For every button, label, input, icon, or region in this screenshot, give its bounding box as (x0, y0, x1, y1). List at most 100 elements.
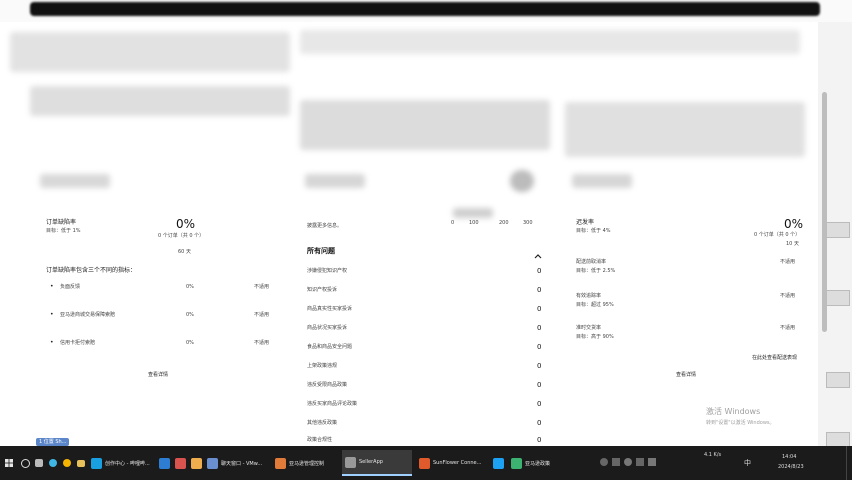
issue-row[interactable]: 政策合规性 0 (305, 435, 545, 446)
odr-title: 订单缺陷率 (46, 219, 77, 226)
axis-tick: 0 (451, 220, 455, 226)
odr-subtitle: 订单缺陷率包含三个不同的指标： (46, 267, 137, 274)
chrome-icon[interactable] (60, 450, 72, 476)
order-defect-card: 订单缺陷率 目标：低于 1% 0% 0 个订单（共 0 个） 60 天 订单缺陷… (42, 22, 282, 446)
metric-status: 不适用 (254, 284, 270, 290)
metric-name: 负面反馈 (60, 284, 81, 290)
odr-value: 0% (176, 217, 196, 231)
shipping-performance-link[interactable]: 在此处查看配送表现 (752, 356, 797, 361)
issue-name: 涉嫌侵犯知识产权 (307, 268, 348, 274)
search-icon[interactable] (18, 450, 30, 476)
issue-row[interactable]: 知识产权投诉 0 (305, 285, 545, 299)
metric-value: 0% (186, 340, 194, 346)
late-rate-value: 0% (784, 217, 804, 231)
issue-row[interactable]: 食品和商品安全问题 0 (305, 342, 545, 356)
issue-name: 商品状况买家投诉 (307, 325, 348, 331)
issue-row[interactable]: 商品状况买家投诉 0 (305, 323, 545, 337)
taskbar-app[interactable]: 聊天窗口 - VMw... (204, 450, 270, 476)
late-rate-orders: 0 个订单（共 0 个） (754, 232, 801, 238)
odr-details-link[interactable]: 查看详情 (148, 373, 168, 378)
issue-count: 0 (537, 436, 542, 444)
issue-name: 上架政策违规 (307, 363, 338, 369)
issue-count: 0 (537, 381, 542, 389)
shipping-performance-card: 迟发率 目标：低于 4% 0% 0 个订单（共 0 个） 10 天 配送前取消率… (574, 22, 804, 446)
late-rate-target: 目标：低于 4% (576, 228, 611, 234)
chevron-up-icon[interactable] (533, 247, 543, 259)
task-view-icon[interactable] (32, 450, 44, 476)
issue-count: 0 (537, 400, 542, 408)
axis-tick: 300 (523, 220, 533, 226)
side-widget-icon[interactable] (826, 290, 850, 306)
browser-top-bar (0, 0, 852, 22)
right-scroll-panel[interactable] (818, 22, 852, 448)
taskbar-app[interactable]: SunFlower Conne... (416, 450, 486, 476)
issue-name: 知识产权投诉 (307, 287, 338, 293)
issue-name: 违反受限商品政策 (307, 382, 348, 388)
odr-metric-row: • 亚马逊商城交易保障索赔 0% 不适用 (50, 311, 270, 318)
issue-row[interactable]: 涉嫌侵犯知识产权 0 (305, 266, 545, 280)
axis-tick: 100 (469, 220, 479, 226)
taskbar-app[interactable]: 创作中心 - 哔哩哔... (88, 450, 154, 476)
issue-name: 其他违反政策 (307, 420, 338, 426)
windows-logo-icon (5, 459, 13, 467)
metric-name: 有效追踪率 (576, 293, 602, 299)
metric-status: 不适用 (780, 259, 796, 265)
issue-count: 0 (537, 286, 542, 294)
issue-name: 食品和商品安全问题 (307, 344, 353, 350)
taskbar-app[interactable] (156, 450, 170, 476)
issue-count: 0 (537, 419, 542, 427)
issue-row[interactable]: 商品真实性买家投诉 0 (305, 304, 545, 318)
policy-compliance-card: 披露更多信息。 0 100 200 300 所有问题 涉嫌侵犯知识产权 0 知识… (305, 22, 550, 446)
taskbar-app[interactable] (490, 450, 504, 476)
issue-row[interactable]: 违反受限商品政策 0 (305, 380, 545, 394)
issue-count: 0 (537, 305, 542, 313)
windows-taskbar: 创作中心 - 哔哩哔... 聊天窗口 - VMw... 亚马逊管理控制 Sell… (0, 446, 852, 480)
taskbar-app-active[interactable]: SellerApp (342, 450, 412, 476)
start-button[interactable] (2, 450, 16, 476)
metric-name: 信用卡拒付索赔 (60, 340, 96, 346)
network-speed: 4.1 K/s (704, 452, 722, 458)
folder-icon[interactable] (74, 450, 86, 476)
status-badge: 1 位置 Sh... (36, 438, 70, 446)
taskbar-app[interactable]: 亚马逊管理控制 (272, 450, 338, 476)
metric-target: 目标：高于 90% (576, 334, 614, 340)
side-widget-icon[interactable] (826, 222, 850, 238)
taskbar-app[interactable]: 亚马逊政策 (508, 450, 566, 476)
metric-name: 准时交货率 (576, 325, 602, 331)
account-health-page: 订单缺陷率 目标：低于 1% 0% 0 个订单（共 0 个） 60 天 订单缺陷… (0, 22, 818, 446)
taskbar-app[interactable] (172, 450, 186, 476)
blurred-chart-label (453, 208, 493, 218)
show-desktop-button[interactable] (846, 446, 852, 480)
clock-date[interactable]: 2024/8/23 (778, 464, 804, 470)
ime-indicator[interactable]: 中 (744, 458, 751, 468)
metric-name: 亚马逊商城交易保障索赔 (60, 312, 116, 318)
issue-name: 商品真实性买家投诉 (307, 306, 353, 312)
metric-status: 不适用 (254, 340, 270, 346)
issue-row[interactable]: 上架政策违规 0 (305, 361, 545, 375)
axis-tick: 200 (499, 220, 509, 226)
odr-metric-row: • 负面反馈 0% 不适用 (50, 283, 270, 290)
all-issues-title: 所有问题 (307, 247, 335, 255)
more-info-text: 披露更多信息。 (307, 223, 343, 229)
metric-status: 不适用 (780, 325, 796, 331)
metric-value: 0% (186, 312, 194, 318)
shipping-details-link[interactable]: 查看详情 (676, 373, 696, 378)
metric-status: 不适用 (780, 293, 796, 299)
issue-row[interactable]: 其他违反政策 0 (305, 418, 545, 432)
odr-orders: 0 个订单（共 0 个） (158, 233, 205, 239)
issue-row[interactable]: 违反买家商品评论政策 0 (305, 399, 545, 413)
issue-count: 0 (537, 324, 542, 332)
taskbar-app[interactable] (188, 450, 202, 476)
side-widget-icon[interactable] (826, 372, 850, 388)
odr-days: 60 天 (178, 249, 191, 255)
activate-windows-watermark: 激活 Windows 转到"设置"以激活 Windows。 (706, 407, 775, 426)
issue-count: 0 (537, 267, 542, 275)
metric-value: 0% (186, 284, 194, 290)
issue-count: 0 (537, 362, 542, 370)
tray-icons[interactable] (600, 456, 696, 468)
issue-count: 0 (537, 343, 542, 351)
metric-name: 配送前取消率 (576, 259, 607, 265)
late-rate-title: 迟发率 (576, 219, 595, 226)
clock-time[interactable]: 14:04 (782, 454, 796, 460)
edge-icon[interactable] (46, 450, 58, 476)
